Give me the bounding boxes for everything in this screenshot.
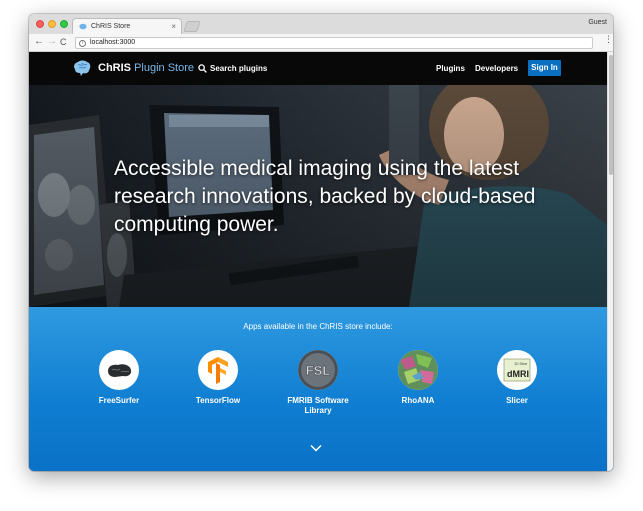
info-icon[interactable]: i xyxy=(79,40,86,47)
page-scrollbar[interactable] xyxy=(607,52,613,471)
page-viewport: ChRIS Plugin Store Search plugins Plugin… xyxy=(29,52,613,471)
app-name: FMRIB Software Library xyxy=(287,396,349,415)
hero-headline: Accessible medical imaging using the lat… xyxy=(114,157,536,236)
brand-subtitle: Plugin Store xyxy=(134,62,194,74)
profile-label[interactable]: Guest xyxy=(588,19,607,26)
window-maximize-button[interactable] xyxy=(60,20,68,28)
apps-section: Apps available in the ChRIS store includ… xyxy=(29,307,607,471)
back-icon[interactable]: ← xyxy=(34,36,44,47)
sign-in-button[interactable]: Sign In xyxy=(528,60,561,76)
fsl-logo-icon: FSL xyxy=(298,350,338,390)
reload-icon[interactable]: C xyxy=(60,37,67,47)
svg-text:FSL: FSL xyxy=(306,363,331,378)
browser-toolbar: ← → C i localhost:3000 ⋮ xyxy=(29,34,613,52)
tab-strip: ChRIS Store × Guest xyxy=(29,14,613,34)
brand-name[interactable]: ChRIS Plugin Store xyxy=(98,62,194,74)
search-icon[interactable] xyxy=(198,64,207,73)
brand-bold: ChRIS xyxy=(98,62,131,74)
app-name: Slicer xyxy=(506,396,528,405)
search-plugins-link[interactable]: Search plugins xyxy=(210,64,267,73)
nav-developers-link[interactable]: Developers xyxy=(475,64,518,73)
app-card-slicer[interactable]: dMRI 3D Slicer Slicer xyxy=(472,350,562,406)
site-navbar: ChRIS Plugin Store Search plugins Plugin… xyxy=(29,52,607,85)
rhoana-neuron-icon xyxy=(398,350,438,390)
dmri-icon-text: dMRI xyxy=(507,369,529,379)
scrollbar-thumb[interactable] xyxy=(609,55,613,175)
app-name: RhoANA xyxy=(401,396,435,405)
app-name: FreeSurfer xyxy=(98,396,140,405)
browser-window: ChRIS Store × Guest ← → C i localhost:30… xyxy=(29,14,613,471)
browser-menu-icon[interactable]: ⋮ xyxy=(604,35,613,44)
new-tab-button[interactable] xyxy=(183,21,201,32)
app-card-freesurfer[interactable]: FreeSurfer xyxy=(74,350,164,406)
app-card-fsl[interactable]: FSL FMRIB Software Library xyxy=(273,350,363,416)
tensorflow-logo-icon xyxy=(198,350,238,390)
address-bar[interactable]: i localhost:3000 xyxy=(75,37,593,49)
slicer-icon-subtext: 3D Slicer xyxy=(515,362,529,366)
tab-close-icon[interactable]: × xyxy=(171,22,176,31)
chevron-down-icon[interactable] xyxy=(310,444,322,452)
nav-plugins-link[interactable]: Plugins xyxy=(436,64,465,73)
chris-favicon-icon xyxy=(79,23,87,30)
app-card-rhoana[interactable]: RhoANA xyxy=(373,350,463,406)
tab-title: ChRIS Store xyxy=(91,23,131,30)
app-card-tensorflow[interactable]: TensorFlow xyxy=(173,350,263,406)
forward-icon[interactable]: → xyxy=(47,36,57,47)
chris-brain-logo-icon[interactable] xyxy=(72,60,92,77)
window-close-button[interactable] xyxy=(36,20,44,28)
url-text: localhost:3000 xyxy=(90,39,136,46)
app-name: TensorFlow xyxy=(195,396,241,405)
browser-tab[interactable]: ChRIS Store × xyxy=(72,18,182,34)
freesurfer-brain-icon xyxy=(99,350,139,390)
apps-heading: Apps available in the ChRIS store includ… xyxy=(243,322,393,331)
hero-banner: Accessible medical imaging using the lat… xyxy=(29,85,607,307)
window-minimize-button[interactable] xyxy=(48,20,56,28)
dmri-slicer-icon: dMRI 3D Slicer xyxy=(497,350,537,390)
